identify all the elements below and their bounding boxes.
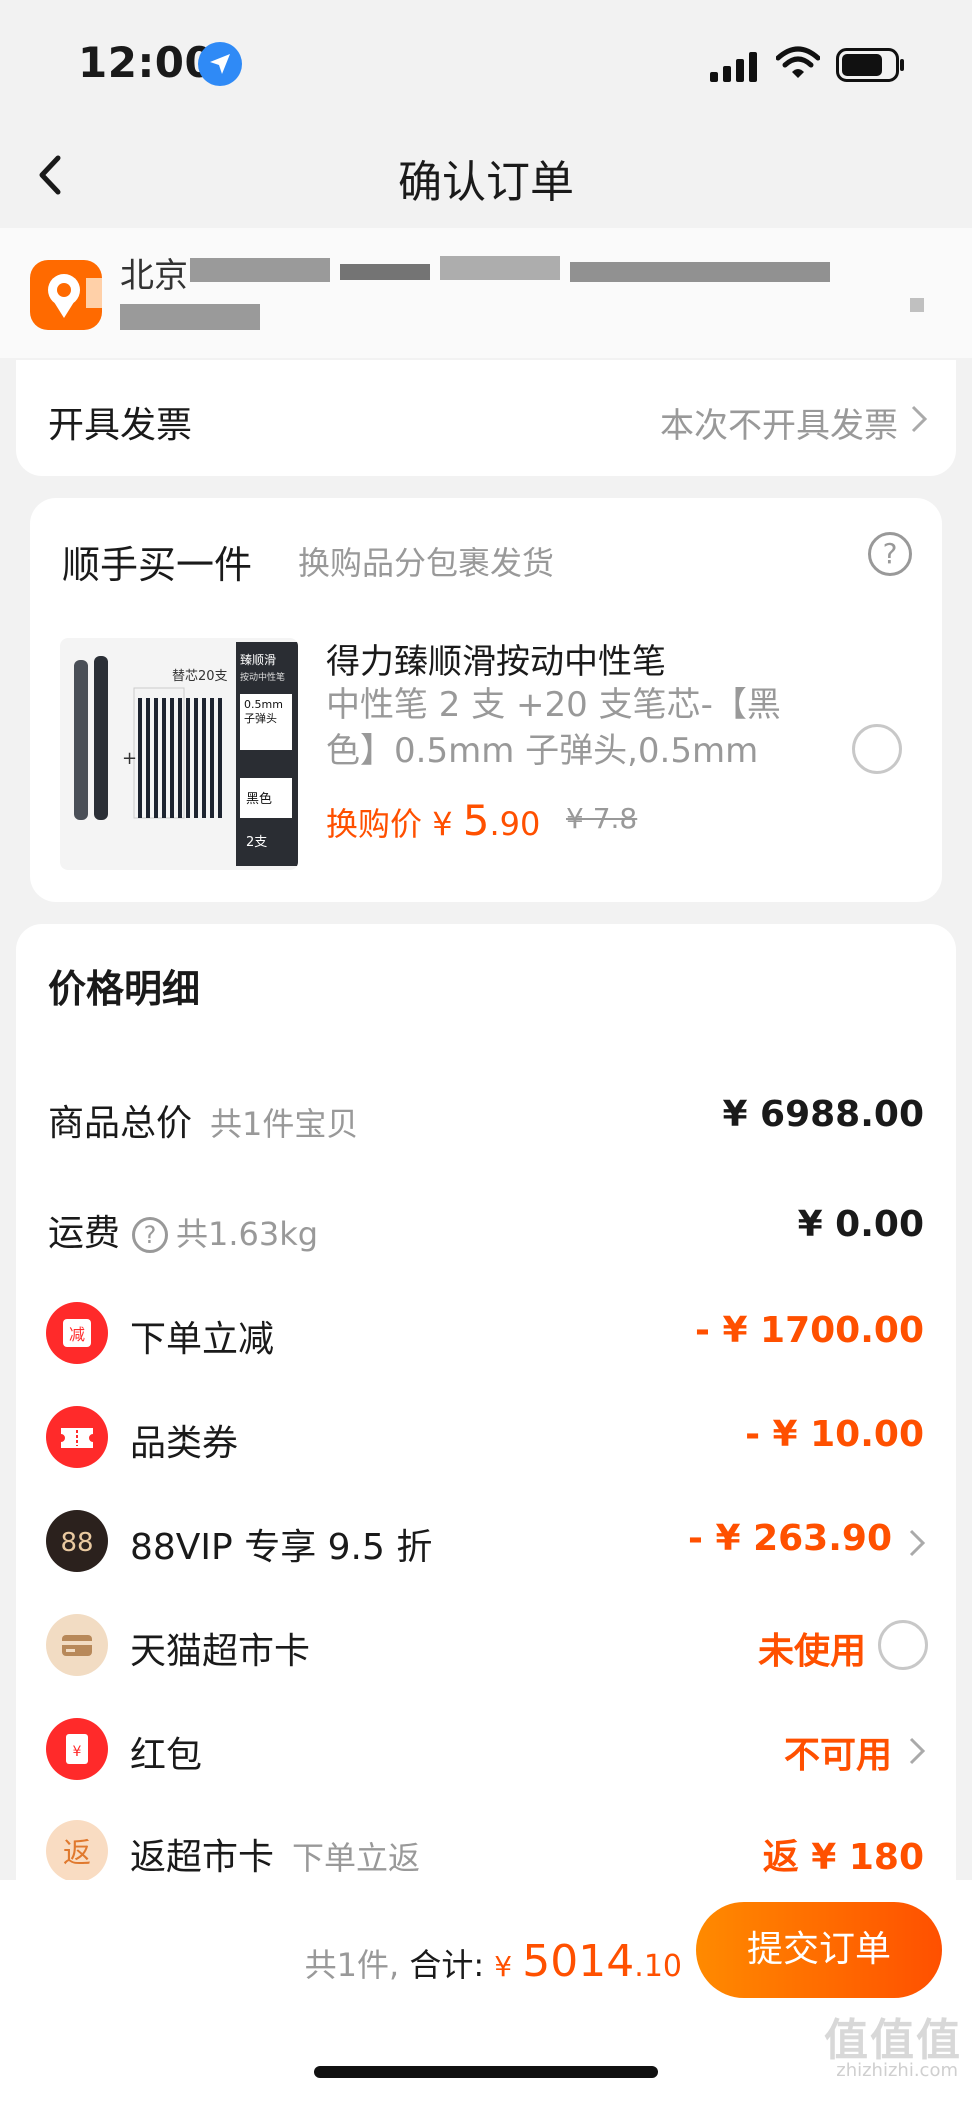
nav-header: 确认订单 xyxy=(0,120,972,230)
item-count: 共1件, xyxy=(304,1946,400,1984)
cashback-sub: 下单立返 xyxy=(292,1839,421,1877)
row-category-coupon[interactable]: 品类券 - ¥ 10.00 xyxy=(16,1394,956,1484)
total-currency: ¥ xyxy=(494,1950,513,1983)
supermarket-card-radio[interactable] xyxy=(878,1620,928,1670)
image-brand-text: 臻顺滑 xyxy=(240,653,276,667)
total-int: 5014 xyxy=(522,1936,635,1987)
cashback-value: 返 ¥ 180 xyxy=(762,1837,924,1878)
cashback-icon: 返 xyxy=(46,1820,108,1882)
discount-icon: 减 xyxy=(46,1302,108,1364)
question-icon[interactable]: ? xyxy=(132,1217,169,1253)
original-price: ¥ 7.8 xyxy=(566,802,638,835)
address-redacted xyxy=(570,262,830,282)
order-discount-value: - ¥ 1700.00 xyxy=(694,1310,924,1351)
row-goods-total: 商品总价 共1件宝贝 ¥ 6988.00 xyxy=(16,1074,956,1164)
watermark-url: zhizhizhi.com xyxy=(836,2060,958,2081)
status-bar: 12:00 xyxy=(0,0,972,120)
category-coupon-value: - ¥ 10.00 xyxy=(745,1414,924,1455)
battery-icon xyxy=(836,48,904,82)
image-qty-text: 2支 xyxy=(246,835,267,850)
invoice-label: 开具发票 xyxy=(48,405,193,446)
address-redacted xyxy=(120,304,260,330)
image-brand-sub-text: 按动中性笔 xyxy=(240,671,285,683)
row-supermarket-card[interactable]: 天猫超市卡 未使用 xyxy=(16,1602,956,1692)
image-tip-text: 0.5mm xyxy=(244,698,283,711)
image-tip-sub-text: 子弹头 xyxy=(244,711,277,725)
address-redacted xyxy=(910,298,924,312)
product-image[interactable]: 替芯20支 + 臻顺滑 按动中性笔 0.5mm 子弹头 黑色 2支 xyxy=(60,638,298,870)
image-refill-text: 替芯20支 xyxy=(172,669,228,684)
price-label: 换购价 xyxy=(326,805,423,843)
shipping-address[interactable]: 北京 xyxy=(0,228,972,358)
order-confirm-page: 12:00 确认订单 北京 开具发票 本次不开具发票 顺手买一件 换购品分包裹发… xyxy=(0,0,972,2103)
image-color-text: 黑色 xyxy=(246,791,272,807)
red-packet-label: 红包 xyxy=(130,1735,203,1776)
product-desc: 中性笔 2 支 +20 支笔芯-【黑色】0.5mm 子弹头,0.5mm xyxy=(326,685,781,771)
chevron-right-icon xyxy=(911,405,928,433)
vip-icon-text: 88 xyxy=(60,1528,93,1558)
addon-subtitle: 换购品分包裹发货 xyxy=(298,544,555,582)
shipping-label: 运费 xyxy=(48,1213,121,1254)
red-packet-icon-text: ¥ xyxy=(73,1744,82,1760)
product-title[interactable]: 得力臻顺滑按动中性笔 xyxy=(326,634,666,683)
row-label: 返超市卡 下单立返 xyxy=(130,1828,420,1880)
wifi-icon xyxy=(776,46,820,78)
order-total: 共1件, 合计: ¥ 5014.10 xyxy=(305,1936,682,1987)
supermarket-card-value: 未使用 xyxy=(757,1631,866,1672)
location-arrow-icon xyxy=(198,42,242,86)
cellular-signal-icon xyxy=(710,52,757,82)
red-packet-icon: ¥ xyxy=(46,1718,108,1780)
checkout-bar: 共1件, 合计: ¥ 5014.10 提交订单 值值值 zhizhizhi.co… xyxy=(0,1880,972,2103)
price-currency: ¥ xyxy=(432,805,453,843)
category-coupon-label: 品类券 xyxy=(130,1423,239,1464)
help-icon[interactable]: ? xyxy=(868,532,912,576)
svg-text:+: + xyxy=(122,748,137,769)
vip-88-icon: 88 xyxy=(46,1510,108,1572)
address-redacted xyxy=(340,264,430,280)
goods-count: 共1件宝贝 xyxy=(210,1105,359,1143)
page-title: 确认订单 xyxy=(398,157,574,208)
submit-order-button[interactable]: 提交订单 xyxy=(696,1902,942,1998)
row-order-discount: 减 下单立减 - ¥ 1700.00 xyxy=(16,1290,956,1380)
total-dec: .10 xyxy=(634,1949,682,1984)
invoice-value: 本次不开具发票 xyxy=(660,406,898,446)
location-pin-icon xyxy=(30,260,102,330)
price-dec: .90 xyxy=(489,805,541,843)
price-detail-title: 价格明细 xyxy=(48,967,201,1011)
discount-icon-text: 减 xyxy=(69,1325,85,1344)
addon-title: 顺手买一件 xyxy=(62,543,253,587)
price-int: 5 xyxy=(462,796,490,845)
watermark-logo: 值值值 xyxy=(824,2015,962,2066)
goods-total-label: 商品总价 xyxy=(48,1103,193,1144)
address-text: 北京 xyxy=(120,256,188,296)
row-red-packet[interactable]: ¥ 红包 不可用 xyxy=(16,1706,956,1796)
order-discount-label: 下单立减 xyxy=(130,1319,275,1360)
goods-total-value: ¥ 6988.00 xyxy=(722,1094,924,1135)
cashback-icon-text: 返 xyxy=(63,1836,91,1869)
chevron-right-icon xyxy=(909,1529,926,1557)
address-redacted xyxy=(440,256,560,280)
vip-discount-value: - ¥ 263.90 xyxy=(688,1518,892,1559)
row-label: 运费? 共1.63kg xyxy=(48,1204,318,1256)
shipping-value: ¥ 0.00 xyxy=(797,1204,924,1245)
chevron-right-icon xyxy=(909,1737,926,1765)
supermarket-card-label: 天猫超市卡 xyxy=(130,1631,311,1672)
addon-purchase-card: 顺手买一件 换购品分包裹发货 ? 替芯20支 + 臻顺滑 按动中性笔 0.5mm… xyxy=(30,498,942,902)
row-label: 商品总价 共1件宝贝 xyxy=(48,1094,358,1146)
shipping-weight: 共1.63kg xyxy=(176,1215,319,1253)
invoice-row[interactable]: 开具发票 本次不开具发票 xyxy=(16,360,956,476)
red-packet-value: 不可用 xyxy=(783,1735,892,1776)
address-redacted xyxy=(190,258,330,282)
row-shipping: 运费? 共1.63kg ¥ 0.00 xyxy=(16,1184,956,1274)
product-price: 换购价 ¥ 5.90 xyxy=(326,796,540,845)
vip-discount-label: 88VIP 专享 9.5 折 xyxy=(130,1527,433,1568)
total-label: 合计: xyxy=(409,1946,485,1984)
status-time: 12:00 xyxy=(78,38,215,87)
card-icon xyxy=(46,1614,108,1676)
ticket-icon xyxy=(46,1406,108,1468)
cashback-label: 返超市卡 xyxy=(130,1837,275,1878)
addon-select-radio[interactable] xyxy=(852,724,902,774)
home-indicator[interactable] xyxy=(314,2066,658,2078)
row-88vip[interactable]: 88 88VIP 专享 9.5 折 - ¥ 263.90 xyxy=(16,1498,956,1588)
